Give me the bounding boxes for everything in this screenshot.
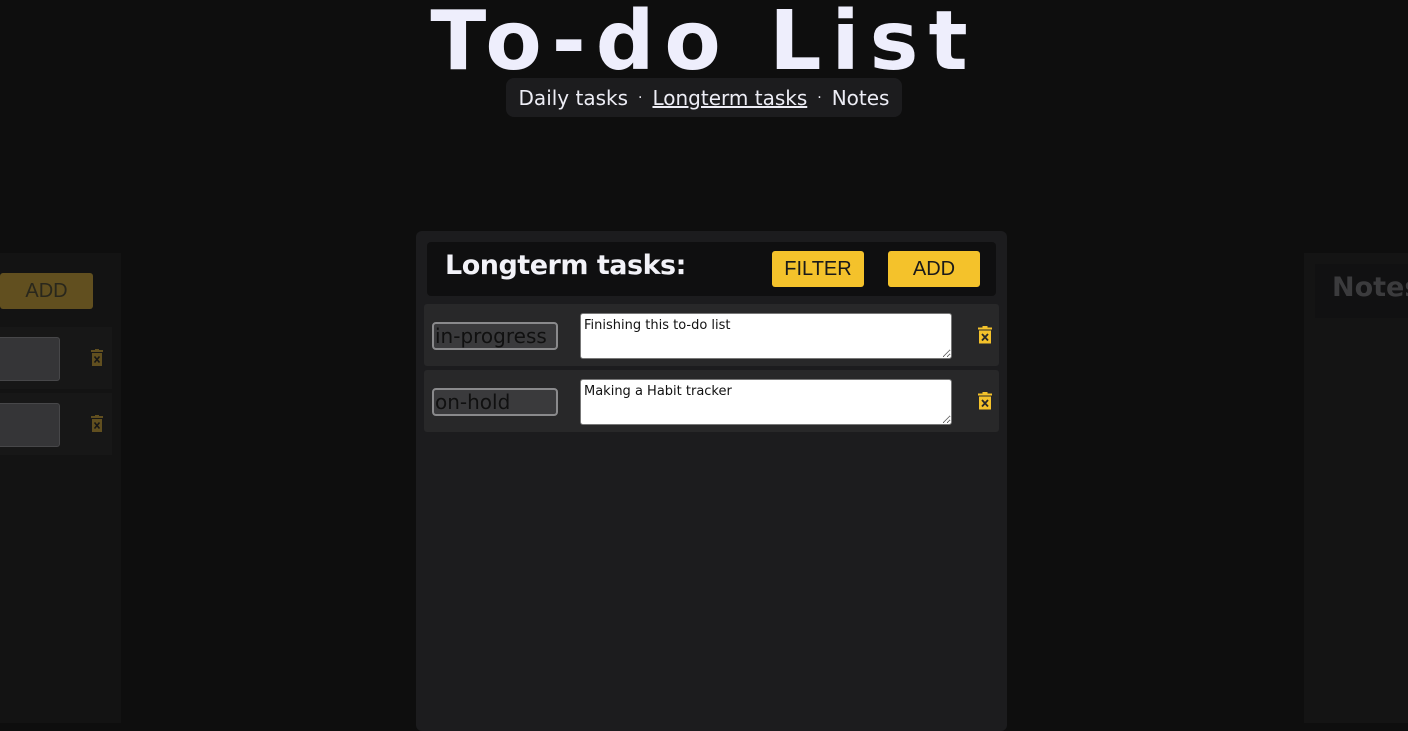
nav-daily-tasks[interactable]: Daily tasks [513, 86, 634, 110]
daily-task-row [0, 327, 112, 389]
nav-bar: Daily tasks · Longterm tasks · Notes [506, 78, 902, 117]
task-row: on-hold Making a Habit tracker [424, 370, 999, 432]
task-text-field[interactable]: Finishing this to-do list [580, 313, 952, 359]
task-status-field[interactable]: on-hold [432, 388, 558, 416]
daily-add-button[interactable]: ADD [0, 273, 93, 309]
daily-task-text[interactable] [0, 403, 60, 447]
add-button[interactable]: ADD [888, 251, 980, 287]
nav-notes[interactable]: Notes [826, 86, 896, 110]
trash-icon[interactable] [978, 392, 992, 410]
panel-header: Longterm tasks: FILTER ADD [427, 242, 996, 296]
task-row: in-progress Finishing this to-do list [424, 304, 999, 366]
notes-panel-title: Notes [1332, 272, 1408, 303]
nav-separator: · [817, 89, 822, 106]
daily-task-row [0, 393, 112, 455]
task-text-field[interactable]: Making a Habit tracker [580, 379, 952, 425]
daily-task-text[interactable] [0, 337, 60, 381]
nav-separator: · [638, 89, 643, 106]
daily-tasks-panel: ADD [0, 253, 121, 723]
trash-icon[interactable] [91, 415, 103, 433]
task-status-field[interactable]: in-progress [432, 322, 558, 350]
panel-title: Longterm tasks: [445, 250, 686, 281]
trash-icon[interactable] [91, 349, 103, 367]
trash-icon[interactable] [978, 326, 992, 344]
filter-button[interactable]: FILTER [772, 251, 864, 287]
nav-longterm-tasks[interactable]: Longterm tasks [646, 86, 813, 110]
notes-panel: Notes [1304, 253, 1408, 723]
notes-panel-header: Notes [1315, 264, 1408, 318]
longterm-tasks-panel: Longterm tasks: FILTER ADD in-progress F… [416, 231, 1007, 731]
